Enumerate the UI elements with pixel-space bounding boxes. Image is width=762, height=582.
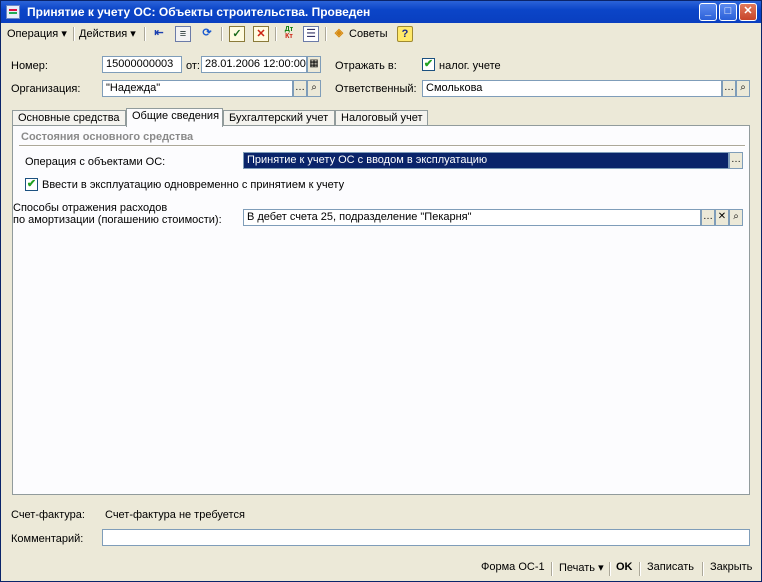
maximize-button[interactable]: □ [719,3,737,21]
tips-button[interactable]: Советы [349,25,387,43]
print-menu[interactable]: Печать ▾ [559,561,604,574]
search-icon[interactable]: ⌕ [307,80,321,97]
clear-icon[interactable]: ✕ [715,209,729,226]
search-icon[interactable]: ⌕ [729,209,743,226]
dropdown-arrow-icon: ▾ [598,562,604,574]
help-button[interactable]: ? [397,26,413,42]
search-icon[interactable]: ⌕ [736,80,750,97]
toolbar-separator [144,27,146,41]
actions-menu[interactable]: Действия ▾ [79,25,136,43]
unpost-icon[interactable]: ✕ [253,26,269,42]
operation-menu-label: Операция [7,28,59,40]
dt-kt-icon[interactable]: Дт Кт [281,26,297,42]
minimize-button[interactable]: _ [699,3,717,21]
operation-label: Операция с объектами ОС: [25,156,166,168]
reflect-label: Отражать в: [335,60,397,72]
save-button[interactable]: Записать [647,561,694,573]
date-label: от: [186,60,200,72]
toolbar-separator [325,27,327,41]
select-button[interactable]: … [722,80,736,97]
document-icon[interactable]: ≡ [175,26,191,42]
asset-state-group-title: Состояния основного средства [21,131,194,143]
post-icon[interactable]: ✓ [229,26,245,42]
number-field[interactable]: 15000000003 [102,56,182,73]
toolbar-separator [275,27,277,41]
toolbar-separator [73,27,75,41]
refresh-icon[interactable]: ⟳ [199,26,215,42]
calendar-icon[interactable]: ▦ [307,56,321,73]
toolbar-separator [221,27,223,41]
command-separator [551,562,553,576]
actions-menu-label: Действия [79,28,128,40]
arrow-left-icon[interactable]: ⇤ [151,26,167,42]
form-os1-button[interactable]: Форма ОС-1 [481,561,545,573]
title-bar[interactable]: Принятие к учету ОС: Объекты строительст… [1,1,761,23]
responsible-label: Ответственный: [335,83,417,95]
select-button[interactable]: … [293,80,307,97]
tab-general[interactable]: Общие сведения [126,108,223,127]
ok-button[interactable]: OK [616,561,633,573]
tips-icon: ◈ [334,27,344,39]
organization-field[interactable]: "Надежда" [102,80,293,97]
dropdown-arrow-icon: ▾ [130,28,136,40]
comment-label: Комментарий: [11,533,84,545]
dropdown-arrow-icon: ▾ [61,28,67,40]
responsible-field[interactable]: Смолькова [422,80,722,97]
tab-tax-accounting[interactable]: Налоговый учет [335,110,428,126]
document-app-icon [6,5,20,19]
toolbar: Операция ▾ Действия ▾ ⇤ ≡ ⟳ ✓ ✕ Дт Кт ☰ ◈… [3,25,759,43]
commission-label: Ввести в эксплуатацию одновременно с при… [42,179,345,191]
list-icon[interactable]: ☰ [303,26,319,42]
select-button[interactable]: … [729,152,743,169]
operation-menu[interactable]: Операция ▾ [7,25,67,43]
tab-accounting[interactable]: Бухгалтерский учет [223,110,335,126]
commission-checkbox[interactable]: ✔ [25,178,38,191]
command-separator [639,562,641,576]
command-separator [702,562,704,576]
invoice-value[interactable]: Счет-фактура не требуется [105,509,245,521]
date-field[interactable]: 28.01.2006 12:00:00 [201,56,307,73]
close-window-button[interactable]: ✕ [739,3,757,21]
command-bar: Форма ОС-1 Печать ▾ OK Записать Закрыть [1,557,761,581]
document-window: Принятие к учету ОС: Объекты строительст… [0,0,762,582]
window-title: Принятие к учету ОС: Объекты строительст… [27,5,371,19]
select-button[interactable]: … [701,209,715,226]
close-button[interactable]: Закрыть [710,561,752,573]
number-label: Номер: [11,60,48,72]
tax-accounting-label: налог. учете [439,60,501,72]
print-label: Печать [559,562,596,574]
tax-accounting-checkbox[interactable]: ✔ [422,58,435,71]
methods-label-line2: по амортизации (погашению стоимости): [13,214,222,226]
tab-fixed-assets[interactable]: Основные средства [12,110,126,126]
operation-field[interactable]: Принятие к учету ОС с вводом в эксплуата… [243,152,729,169]
command-separator [609,562,611,576]
methods-field[interactable]: В дебет счета 25, подразделение "Пекарня… [243,209,701,226]
invoice-label: Счет-фактура: [11,509,85,521]
organization-label: Организация: [11,83,81,95]
group-divider [19,145,745,147]
comment-field[interactable] [102,529,750,546]
methods-label-line1: Способы отражения расходов [13,202,168,214]
